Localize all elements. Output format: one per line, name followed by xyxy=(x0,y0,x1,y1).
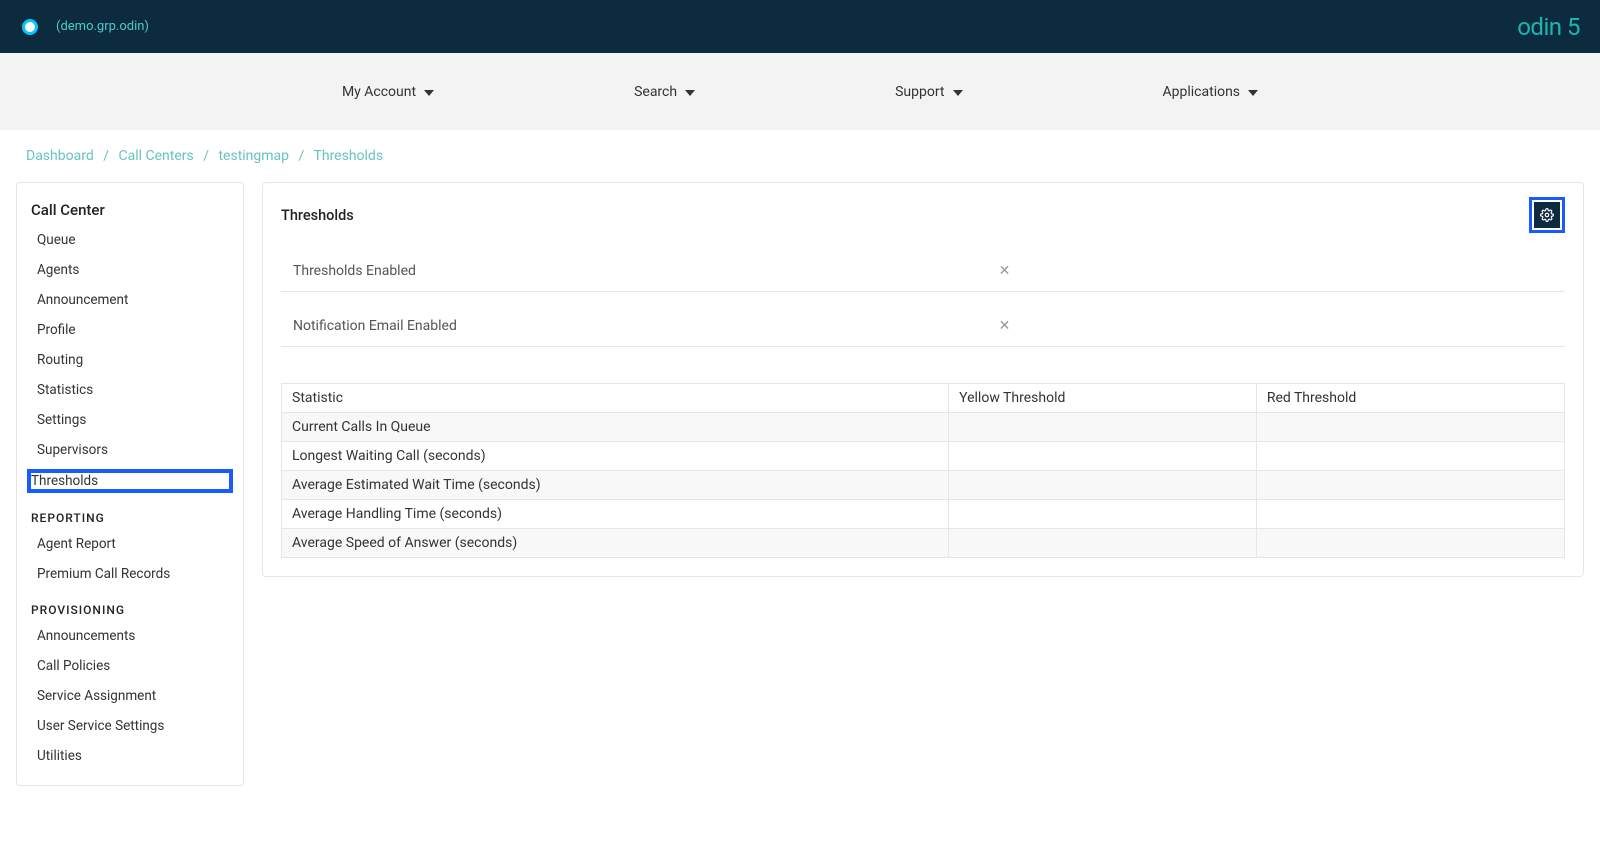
sidebar-item-profile[interactable]: Profile xyxy=(17,315,243,345)
thresholds-table: Statistic Yellow Threshold Red Threshold… xyxy=(282,384,1564,557)
chevron-down-icon xyxy=(953,90,963,96)
red-cell xyxy=(1256,500,1564,529)
menu-my-account[interactable]: My Account xyxy=(342,84,434,100)
menu-applications[interactable]: Applications xyxy=(1163,84,1259,100)
chevron-down-icon xyxy=(424,90,434,96)
settings-button-highlight xyxy=(1529,197,1565,233)
notification-email-row: Notification Email Enabled ✕ xyxy=(281,308,1565,347)
thresholds-enabled-value: ✕ xyxy=(999,263,1011,279)
breadcrumb-sep: / xyxy=(103,148,109,164)
yellow-cell xyxy=(949,413,1257,442)
table-row: Average Estimated Wait Time (seconds) xyxy=(282,471,1564,500)
yellow-cell xyxy=(949,500,1257,529)
table-row: Current Calls In Queue xyxy=(282,413,1564,442)
breadcrumb-sep: / xyxy=(299,148,305,164)
thresholds-enabled-row: Thresholds Enabled ✕ xyxy=(281,253,1565,292)
breadcrumb-dashboard[interactable]: Dashboard xyxy=(26,148,94,164)
sidebar-section-reporting: REPORTING xyxy=(17,497,243,529)
breadcrumb: Dashboard / Call Centers / testingmap / … xyxy=(0,130,1600,182)
sidebar-item-user-service-settings[interactable]: User Service Settings xyxy=(17,711,243,741)
env-label: (demo.grp.odin) xyxy=(56,19,149,34)
col-red-threshold: Red Threshold xyxy=(1256,384,1564,413)
settings-button[interactable] xyxy=(1534,202,1560,228)
sidebar-item-queue[interactable]: Queue xyxy=(17,225,243,255)
col-statistic: Statistic xyxy=(282,384,949,413)
app-dot-icon xyxy=(22,19,38,35)
statistic-cell: Average Speed of Answer (seconds) xyxy=(282,529,949,558)
red-cell xyxy=(1256,471,1564,500)
table-header-row: Statistic Yellow Threshold Red Threshold xyxy=(282,384,1564,413)
sidebar-item-utilities[interactable]: Utilities xyxy=(17,741,243,771)
notification-email-label: Notification Email Enabled xyxy=(293,318,999,334)
statistic-cell: Average Handling Time (seconds) xyxy=(282,500,949,529)
breadcrumb-thresholds[interactable]: Thresholds xyxy=(314,148,384,164)
sidebar-item-agents[interactable]: Agents xyxy=(17,255,243,285)
col-yellow-threshold: Yellow Threshold xyxy=(949,384,1257,413)
table-row: Average Handling Time (seconds) xyxy=(282,500,1564,529)
table-row: Average Speed of Answer (seconds) xyxy=(282,529,1564,558)
sidebar-title: Call Center xyxy=(17,197,243,225)
yellow-cell xyxy=(949,529,1257,558)
yellow-cell xyxy=(949,442,1257,471)
sidebar-item-call-policies[interactable]: Call Policies xyxy=(17,651,243,681)
menu-search[interactable]: Search xyxy=(634,84,695,100)
menu-applications-label: Applications xyxy=(1163,84,1241,100)
menu-support-label: Support xyxy=(895,84,944,100)
sidebar-section-provisioning: PROVISIONING xyxy=(17,589,243,621)
statistic-cell: Current Calls In Queue xyxy=(282,413,949,442)
sidebar-item-supervisors[interactable]: Supervisors xyxy=(17,435,243,465)
statistic-cell: Average Estimated Wait Time (seconds) xyxy=(282,471,949,500)
chevron-down-icon xyxy=(685,90,695,96)
sidebar-item-service-assignment[interactable]: Service Assignment xyxy=(17,681,243,711)
breadcrumb-testingmap[interactable]: testingmap xyxy=(218,148,289,164)
top-bar: (demo.grp.odin) odin 5 xyxy=(0,0,1600,53)
menu-support[interactable]: Support xyxy=(895,84,962,100)
yellow-cell xyxy=(949,471,1257,500)
menu-my-account-label: My Account xyxy=(342,84,416,100)
chevron-down-icon xyxy=(1248,90,1258,96)
sidebar-item-agent-report[interactable]: Agent Report xyxy=(17,529,243,559)
sidebar-item-announcements[interactable]: Announcements xyxy=(17,621,243,651)
breadcrumb-sep: / xyxy=(203,148,209,164)
sidebar-item-statistics[interactable]: Statistics xyxy=(17,375,243,405)
top-bar-left: (demo.grp.odin) xyxy=(22,19,149,35)
table-row: Longest Waiting Call (seconds) xyxy=(282,442,1564,471)
notification-email-value: ✕ xyxy=(999,318,1011,334)
sidebar-item-thresholds: Thresholds xyxy=(31,473,229,489)
breadcrumb-callcenters[interactable]: Call Centers xyxy=(118,148,193,164)
gear-icon xyxy=(1540,208,1554,222)
sidebar: Call Center Queue Agents Announcement Pr… xyxy=(16,182,244,786)
panel-title: Thresholds xyxy=(281,207,354,224)
sidebar-item-premium-call-records[interactable]: Premium Call Records xyxy=(17,559,243,589)
sidebar-item-thresholds-highlight[interactable]: Thresholds xyxy=(27,469,233,493)
thresholds-enabled-label: Thresholds Enabled xyxy=(293,263,999,279)
brand-label: odin 5 xyxy=(1517,13,1580,41)
panel-header: Thresholds xyxy=(263,183,1583,237)
red-cell xyxy=(1256,529,1564,558)
thresholds-table-wrap: Statistic Yellow Threshold Red Threshold… xyxy=(281,383,1565,558)
statistic-cell: Longest Waiting Call (seconds) xyxy=(282,442,949,471)
red-cell xyxy=(1256,413,1564,442)
menu-search-label: Search xyxy=(634,84,677,100)
sidebar-item-announcement[interactable]: Announcement xyxy=(17,285,243,315)
content: Call Center Queue Agents Announcement Pr… xyxy=(0,182,1600,806)
sidebar-item-routing[interactable]: Routing xyxy=(17,345,243,375)
menu-bar: My Account Search Support Applications xyxy=(0,53,1600,130)
red-cell xyxy=(1256,442,1564,471)
sidebar-item-settings[interactable]: Settings xyxy=(17,405,243,435)
main-panel: Thresholds Thresholds Enabled ✕ Notifica… xyxy=(262,182,1584,577)
